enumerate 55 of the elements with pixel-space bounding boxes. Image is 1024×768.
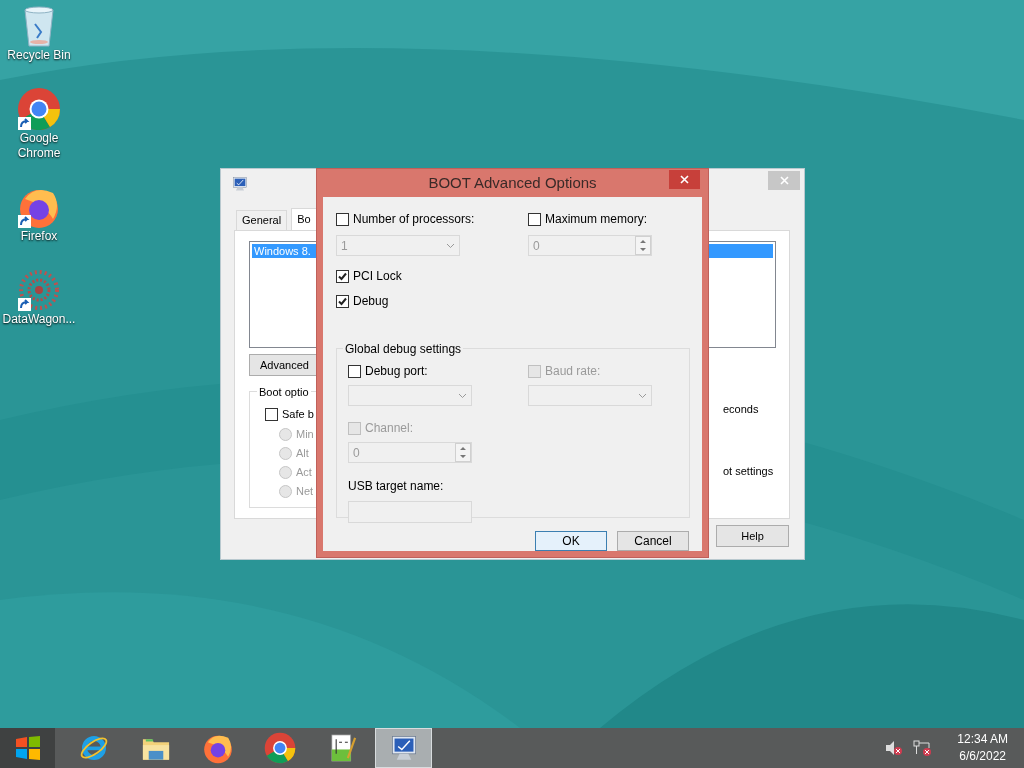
radio-label: Net [296,483,314,499]
shortcut-label: Recycle Bin [6,48,72,63]
tab[interactable]: General [236,210,288,230]
start-button[interactable] [0,728,55,768]
radio-label: Min [296,426,314,442]
checkbox[interactable] [336,212,349,226]
checkbox[interactable] [336,269,349,283]
desktop-shortcut[interactable]: Firefox [0,185,78,244]
dialog-button[interactable]: Cancel [617,531,689,551]
boot-settings-text: ot settings [723,463,775,479]
close-icon [779,176,789,185]
checkbox[interactable] [348,364,361,378]
network-error-icon[interactable] [913,739,934,757]
shortcut-arrow-icon [18,215,31,228]
shortcut-label: Firefox [19,229,59,244]
dialog-button[interactable]: OK [535,531,607,551]
checkbox[interactable] [528,212,541,226]
help-button[interactable]: Help [716,525,789,547]
tab[interactable]: Bo [291,208,317,230]
windows-logo-icon [14,736,41,760]
chevron-down-icon [458,392,467,399]
date-text: 6/6/2022 [959,748,1006,765]
dialog-title: BOOT Advanced Options [428,172,597,193]
close-icon [680,175,689,184]
speaker-muted-icon[interactable] [885,740,904,756]
chevron-down-icon [446,242,455,249]
usb-target-label: USB target name: [348,478,445,495]
desktop-shortcut[interactable]: DataWagon... [0,268,78,327]
checkbox-label: Number of processors: [353,211,475,228]
checkbox-label: Maximum memory: [545,211,647,228]
datawagon-icon [17,268,61,312]
desktop-shortcut[interactable]: Google Chrome [0,87,78,161]
shortcut-label: Google Chrome [16,131,62,161]
checkbox-label: PCI Lock [353,268,402,285]
checkbox-label: Baud rate: [545,363,601,380]
checkbox[interactable] [336,294,349,308]
time-text: 12:34 AM [957,731,1008,748]
close-button[interactable] [669,170,700,189]
shortcut-arrow-icon [18,117,31,130]
checkbox-label: Safe b [282,407,314,422]
taskbar-button[interactable] [375,728,432,768]
chevron-down-icon [638,392,647,399]
chrome-icon [17,87,61,131]
shortcut-arrow-icon [18,298,31,311]
checkbox-label: Channel: [365,420,414,437]
radio-label: Alt [296,445,309,461]
shortcut-label: DataWagon... [1,312,77,327]
chrome-icon [263,732,296,764]
checkbox-label: Debug port: [365,363,428,380]
timeout-text: econds [723,402,760,417]
monitor-icon [231,174,249,193]
checkbox-label: Debug [353,293,389,310]
checkbox[interactable] [265,407,278,421]
clock[interactable]: 12:34 AM 6/6/2022 [957,731,1008,765]
radio-label: Act [296,464,312,480]
